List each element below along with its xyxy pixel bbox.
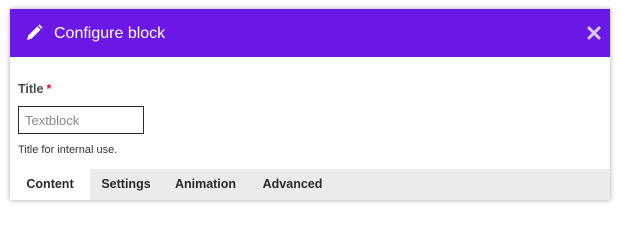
dialog-title: Configure block (54, 25, 166, 42)
pencil-icon (24, 23, 44, 43)
title-label-text: Title (18, 82, 44, 96)
tab-bar: Content Settings Animation Advanced (10, 169, 610, 200)
close-icon[interactable] (584, 23, 604, 43)
tab-settings[interactable]: Settings (90, 169, 162, 200)
title-help-text: Title for internal use. (18, 144, 118, 156)
tab-animation[interactable]: Animation (162, 169, 249, 200)
tab-advanced[interactable]: Advanced (249, 169, 336, 200)
title-field-label: Title * (18, 81, 51, 97)
required-marker: * (46, 82, 52, 96)
title-input[interactable] (18, 106, 144, 134)
dialog-header: Configure block (10, 9, 610, 57)
configure-block-dialog: Configure block Title* Title for interna… (10, 9, 610, 200)
dialog-body: Title* Title for internal use. Content S… (10, 57, 610, 200)
tab-content[interactable]: Content (10, 169, 90, 200)
